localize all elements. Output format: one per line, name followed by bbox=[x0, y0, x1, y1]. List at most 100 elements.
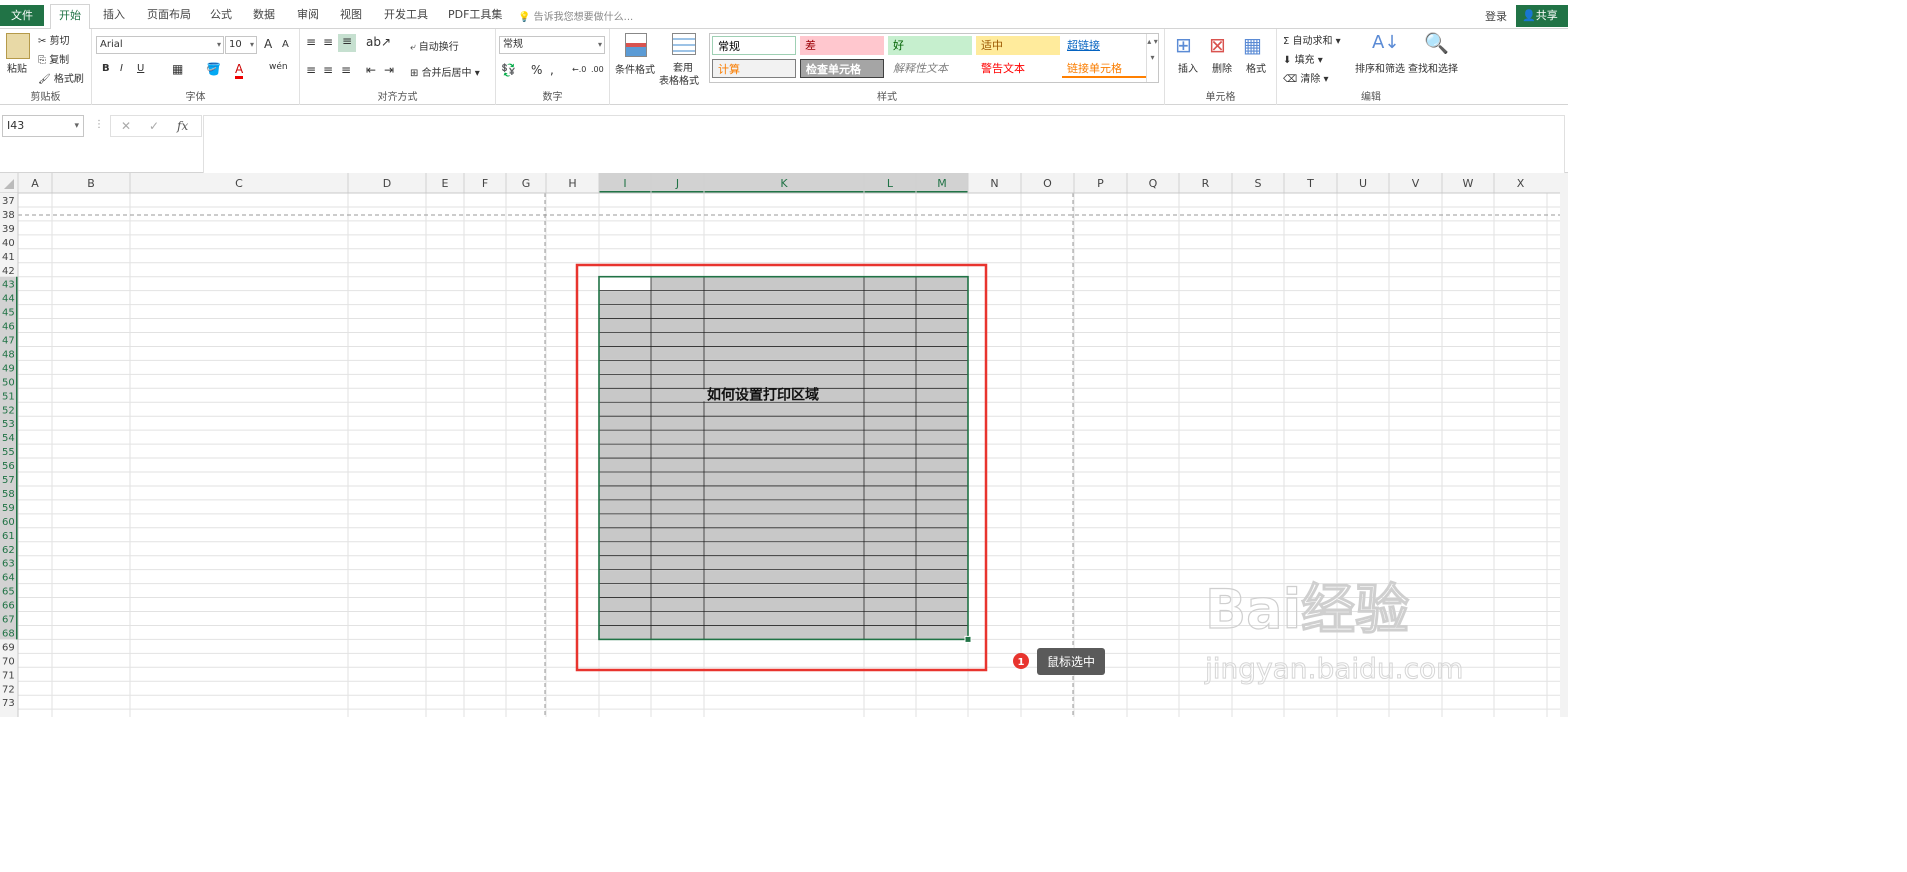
cell-style-0[interactable]: 常规 bbox=[712, 36, 796, 55]
font-color-icon[interactable]: A bbox=[235, 62, 244, 79]
font-size-select[interactable]: 10 ▾ bbox=[225, 36, 257, 54]
row-header-48[interactable]: 48 bbox=[2, 349, 15, 360]
column-header-F[interactable]: F bbox=[482, 177, 488, 190]
row-header-51[interactable]: 51 bbox=[2, 391, 15, 402]
phonetic-icon[interactable]: wén bbox=[269, 62, 288, 72]
sort-filter-button[interactable]: 排序和筛选 bbox=[1355, 60, 1405, 75]
column-header-G[interactable]: G bbox=[522, 177, 531, 190]
cut-button[interactable]: ✂ 剪切 bbox=[38, 32, 70, 47]
align-bottom-icon[interactable]: ≡ bbox=[338, 34, 356, 52]
row-header-38[interactable]: 38 bbox=[2, 210, 15, 221]
insert-function-icon[interactable]: fx bbox=[177, 119, 188, 133]
login-link[interactable]: 登录 bbox=[1485, 8, 1507, 24]
border-icon[interactable]: ▦ bbox=[172, 62, 183, 76]
row-header-73[interactable]: 73 bbox=[2, 698, 15, 709]
format-cells-button[interactable]: 格式 bbox=[1246, 60, 1266, 75]
column-header-T[interactable]: T bbox=[1306, 177, 1314, 190]
row-header-64[interactable]: 64 bbox=[2, 573, 15, 584]
column-header-O[interactable]: O bbox=[1043, 177, 1052, 190]
row-header-60[interactable]: 60 bbox=[2, 517, 15, 528]
row-header-62[interactable]: 62 bbox=[2, 545, 15, 556]
increase-indent-icon[interactable]: ⇥ bbox=[384, 63, 394, 77]
currency-icon[interactable]: 💱 bbox=[501, 63, 516, 77]
row-header-55[interactable]: 55 bbox=[2, 447, 15, 458]
tab-file[interactable]: 文件 bbox=[0, 5, 44, 26]
wrap-text-button[interactable]: ⤶ 自动换行 bbox=[410, 38, 459, 53]
column-header-U[interactable]: U bbox=[1359, 177, 1367, 190]
paste-button[interactable]: 粘贴 bbox=[7, 60, 27, 75]
bold-button[interactable]: B bbox=[102, 63, 110, 74]
format-painter-button[interactable]: 🖌 格式刷 bbox=[38, 70, 84, 85]
column-header-E[interactable]: E bbox=[442, 177, 449, 190]
column-header-W[interactable]: W bbox=[1463, 177, 1474, 190]
row-header-40[interactable]: 40 bbox=[2, 238, 15, 249]
row-header-71[interactable]: 71 bbox=[2, 670, 15, 681]
row-header-42[interactable]: 42 bbox=[2, 266, 15, 277]
insert-cells-button[interactable]: 插入 bbox=[1178, 60, 1198, 75]
column-header-H[interactable]: H bbox=[568, 177, 576, 190]
tell-me-search[interactable]: 💡 告诉我您想要做什么... bbox=[518, 8, 633, 23]
row-header-59[interactable]: 59 bbox=[2, 503, 15, 514]
number-format-select[interactable]: 常规 ▾ bbox=[499, 36, 605, 54]
row-header-41[interactable]: 41 bbox=[2, 252, 15, 263]
fill-color-icon[interactable]: 🪣 bbox=[206, 62, 221, 76]
column-header-K[interactable]: K bbox=[780, 177, 788, 190]
column-header-J[interactable]: J bbox=[675, 177, 679, 190]
column-header-X[interactable]: X bbox=[1517, 177, 1525, 190]
row-header-50[interactable]: 50 bbox=[2, 377, 15, 388]
cell-style-7[interactable]: 解释性文本 bbox=[888, 59, 972, 78]
italic-button[interactable]: I bbox=[120, 63, 123, 74]
format-cells-icon[interactable]: ▦ bbox=[1243, 33, 1262, 57]
row-header-47[interactable]: 47 bbox=[2, 336, 15, 347]
row-header-65[interactable]: 65 bbox=[2, 587, 15, 598]
row-header-61[interactable]: 61 bbox=[2, 531, 15, 542]
sort-filter-icon[interactable]: A↓ bbox=[1372, 32, 1399, 53]
gallery-scroll[interactable]: ▴ ▾ ▾ bbox=[1146, 34, 1158, 82]
align-top-icon[interactable]: ≡ bbox=[306, 35, 316, 49]
row-header-57[interactable]: 57 bbox=[2, 475, 15, 486]
column-header-L[interactable]: L bbox=[887, 177, 894, 190]
tab-insert[interactable]: 插入 bbox=[103, 6, 125, 22]
find-select-button[interactable]: 查找和选择 bbox=[1408, 60, 1458, 75]
shrink-font-button[interactable]: A bbox=[282, 39, 289, 50]
column-header-R[interactable]: R bbox=[1202, 177, 1210, 190]
clear-button[interactable]: ⌫ 清除 ▾ bbox=[1283, 70, 1329, 85]
search-icon[interactable]: 🔍 bbox=[1424, 31, 1449, 55]
column-header-M[interactable]: M bbox=[937, 177, 947, 190]
column-header-I[interactable]: I bbox=[623, 177, 626, 190]
autosum-button[interactable]: Σ 自动求和 ▾ bbox=[1283, 32, 1341, 47]
tab-formulas[interactable]: 公式 bbox=[210, 6, 232, 22]
grow-font-button[interactable]: A bbox=[264, 37, 272, 51]
cell-style-6[interactable]: 检查单元格 bbox=[800, 59, 884, 78]
tab-home[interactable]: 开始 bbox=[50, 4, 90, 30]
align-right-icon[interactable]: ≡ bbox=[341, 63, 351, 77]
cell-style-5[interactable]: 计算 bbox=[712, 59, 796, 78]
align-left-icon[interactable]: ≡ bbox=[306, 63, 316, 77]
formula-input[interactable] bbox=[203, 115, 1565, 173]
active-cell[interactable] bbox=[599, 276, 651, 291]
tab-view[interactable]: 视图 bbox=[340, 6, 362, 22]
insert-cells-icon[interactable]: ⊞ bbox=[1175, 33, 1192, 57]
decrease-indent-icon[interactable]: ⇤ bbox=[366, 63, 376, 77]
comma-button[interactable]: , bbox=[550, 63, 554, 77]
tab-page-layout[interactable]: 页面布局 bbox=[147, 6, 191, 22]
tab-pdf-tools[interactable]: PDF工具集 bbox=[448, 6, 502, 22]
font-family-select[interactable]: Arial ▾ bbox=[96, 36, 224, 54]
cell-style-2[interactable]: 好 bbox=[888, 36, 972, 55]
row-header-68[interactable]: 68 bbox=[2, 628, 15, 639]
percent-button[interactable]: % bbox=[531, 63, 542, 77]
name-box[interactable]: I43 ▾ bbox=[2, 115, 84, 137]
tab-developer[interactable]: 开发工具 bbox=[384, 6, 428, 22]
row-header-44[interactable]: 44 bbox=[2, 294, 15, 305]
column-header-D[interactable]: D bbox=[383, 177, 391, 190]
more-options-icon[interactable]: ⋮ bbox=[94, 119, 104, 130]
row-header-67[interactable]: 67 bbox=[2, 615, 15, 626]
row-header-72[interactable]: 72 bbox=[2, 684, 15, 695]
column-header-Q[interactable]: Q bbox=[1149, 177, 1158, 190]
row-header-58[interactable]: 58 bbox=[2, 489, 15, 500]
align-middle-icon[interactable]: ≡ bbox=[323, 35, 333, 49]
cancel-icon[interactable]: ✕ bbox=[121, 119, 131, 133]
row-header-49[interactable]: 49 bbox=[2, 363, 15, 374]
column-header-N[interactable]: N bbox=[990, 177, 998, 190]
orientation-icon[interactable]: ab↗ bbox=[366, 35, 391, 49]
